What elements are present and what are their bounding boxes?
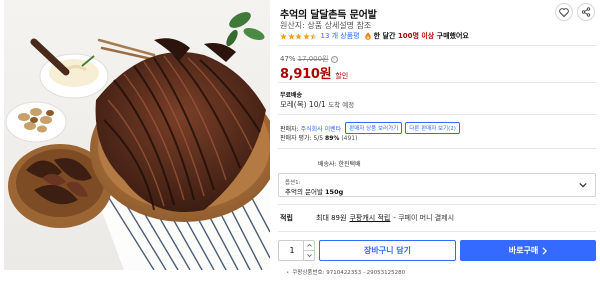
product-title: 추억의 달달촌득 문어발 bbox=[280, 10, 377, 21]
product-number: 쿠팡상품번호: 9710422353 - 29053125280 bbox=[286, 268, 405, 276]
star-icon bbox=[280, 32, 287, 40]
share-button[interactable] bbox=[577, 3, 595, 21]
price-info-icon[interactable]: i bbox=[330, 55, 338, 63]
quantity-input[interactable]: 1 bbox=[279, 241, 305, 260]
arrival-date: 모레(목) 10/1 도착 예정 bbox=[280, 99, 354, 110]
buy-highlight: 100명 이상 bbox=[397, 32, 435, 40]
product-photo-illustration bbox=[4, 0, 270, 270]
quantity-decrease-button[interactable] bbox=[303, 250, 314, 260]
chevron-down-icon bbox=[306, 253, 312, 257]
chevron-right-icon bbox=[542, 246, 548, 255]
seller-rating-label: 판매자 평가: bbox=[280, 135, 312, 142]
share-icon bbox=[581, 7, 591, 17]
product-image bbox=[4, 0, 270, 270]
arrival-day: 모레(목) 10/1 bbox=[280, 100, 326, 109]
option-select[interactable]: 옵션1: 추억의 문어발 150g bbox=[278, 173, 596, 197]
seller-rating-count: (491) bbox=[341, 135, 358, 142]
origin-value: 상품 상세설명 참조 bbox=[307, 21, 372, 30]
discount-label: 할인 bbox=[335, 72, 349, 80]
star-icon bbox=[287, 32, 295, 40]
divider bbox=[278, 231, 596, 232]
seller-label: 판매자: bbox=[280, 125, 299, 133]
product-info-panel: 추억의 달달촌득 문어발 원산지: 상품 상세설명 참조 13 개 상품평 한 … bbox=[278, 0, 596, 282]
buy-prefix: 한 달간 bbox=[373, 32, 396, 40]
option-value: 추억의 문어발 150g bbox=[285, 186, 343, 196]
buy-now-label: 바로구매 bbox=[508, 246, 539, 255]
chevron-up-icon bbox=[306, 243, 312, 247]
heart-icon bbox=[559, 7, 569, 17]
sale-price: 8,910원 bbox=[280, 67, 332, 82]
arrival-note: 도착 예정 bbox=[328, 101, 355, 109]
reward-title: 적립 bbox=[280, 214, 293, 222]
divider bbox=[278, 148, 596, 149]
shipping-company: 배송사: 한진택배 bbox=[318, 159, 361, 168]
coupang-cash-link[interactable]: 쿠팡캐시 적립 bbox=[349, 213, 390, 223]
buy-suffix: 구매했어요 bbox=[436, 32, 469, 40]
origin-label: 원산지: bbox=[280, 21, 305, 30]
option-label: 옵션1: bbox=[285, 180, 301, 186]
monthly-buyers: 한 달간 100명 이상 구매했어요 bbox=[374, 31, 469, 41]
quantity-increase-button[interactable] bbox=[303, 241, 314, 251]
other-sellers-button[interactable]: 다른 판매자 보기(2) bbox=[405, 122, 460, 134]
star-rating bbox=[280, 32, 318, 40]
chevron-down-icon bbox=[579, 182, 587, 188]
buy-now-button[interactable]: 바로구매 bbox=[460, 240, 596, 261]
seller-rating: 판매자 평가: 5/5 89% (491) bbox=[280, 133, 357, 142]
reward-pay-note: - 쿠페이 머니 결제시 bbox=[393, 214, 455, 222]
discount-rate: 47% bbox=[280, 55, 296, 63]
fire-icon bbox=[364, 32, 371, 40]
option-weight: 150g bbox=[325, 188, 344, 196]
origin-info: 원산지: 상품 상세설명 참조 bbox=[280, 20, 371, 31]
divider bbox=[278, 82, 596, 83]
shipping-company-label: 배송사: bbox=[318, 161, 337, 168]
reward-cash: 최대 89원 bbox=[316, 214, 347, 222]
reward-row: 적립 최대 89원 쿠팡캐시 적립 - 쿠페이 머니 결제시 bbox=[278, 213, 454, 223]
add-to-cart-button[interactable]: 장바구니 담기 bbox=[319, 240, 456, 261]
seller-rating-stars: 5/5 bbox=[313, 135, 324, 142]
divider bbox=[278, 45, 596, 46]
review-count-link[interactable]: 13 개 상품평 bbox=[321, 31, 360, 41]
sale-price-row: 8,910원 할인 bbox=[280, 63, 348, 82]
free-shipping-label: 무료배송 bbox=[280, 92, 303, 99]
rating-row: 13 개 상품평 한 달간 100명 이상 구매했어요 bbox=[280, 31, 469, 41]
divider bbox=[278, 114, 596, 115]
star-icon bbox=[295, 32, 302, 40]
quantity-stepper: 1 bbox=[278, 240, 315, 261]
wishlist-button[interactable] bbox=[555, 3, 573, 21]
seller-name-link[interactable]: 주식회사 이벤타 bbox=[301, 124, 342, 133]
option-name: 추억의 문어발 bbox=[285, 188, 323, 196]
seller-rating-percent: 89% bbox=[325, 135, 340, 142]
half-star-icon bbox=[310, 32, 317, 40]
star-icon bbox=[302, 32, 310, 40]
divider bbox=[278, 204, 596, 205]
shipping-company-name: 한진택배 bbox=[338, 161, 361, 168]
